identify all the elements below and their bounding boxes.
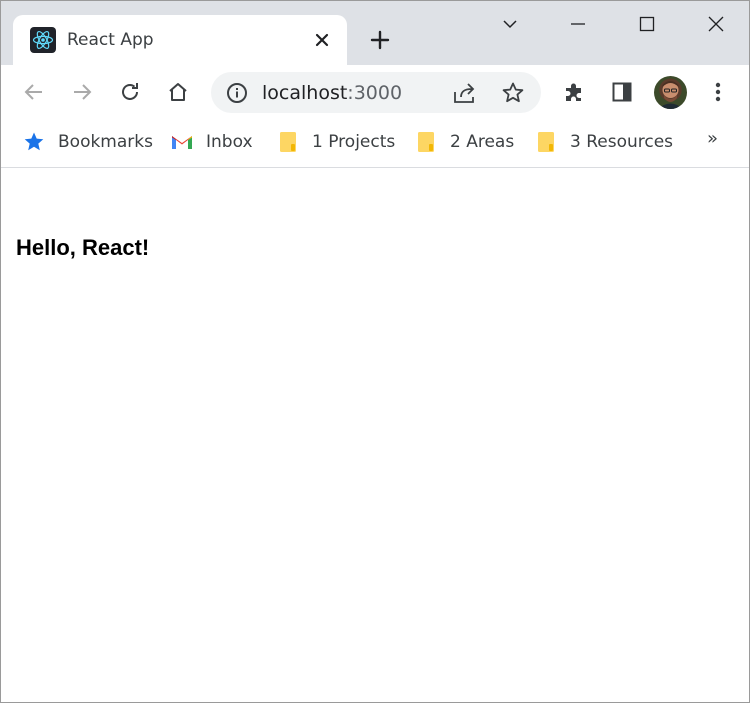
profile-avatar[interactable] bbox=[654, 76, 687, 109]
page-heading: Hello, React! bbox=[16, 235, 150, 260]
close-window-button[interactable] bbox=[693, 9, 739, 39]
tab-react-app[interactable]: React App bbox=[13, 15, 347, 65]
page-content: Hello, React! bbox=[1, 168, 749, 702]
tab-strip: React App bbox=[1, 1, 749, 65]
close-tab-icon[interactable] bbox=[310, 28, 334, 52]
browser-toolbar: localhost:3000 bbox=[1, 65, 749, 119]
tab-title: React App bbox=[67, 30, 154, 50]
folder-icon bbox=[415, 131, 437, 153]
extensions-icon[interactable] bbox=[559, 77, 589, 107]
back-button[interactable] bbox=[19, 77, 49, 107]
bookmark-star-icon[interactable] bbox=[499, 80, 527, 106]
bookmark-label: 1 Projects bbox=[312, 132, 396, 152]
bookmark-item-3-resources[interactable]: 3 Resources bbox=[535, 129, 673, 155]
folder-icon bbox=[277, 131, 299, 153]
url-host: localhost bbox=[262, 82, 348, 104]
bookmark-label: Inbox bbox=[206, 132, 253, 152]
home-button[interactable] bbox=[163, 77, 193, 107]
bookmark-item-bookmarks[interactable]: Bookmarks bbox=[23, 129, 153, 155]
reload-button[interactable] bbox=[115, 77, 145, 107]
bookmark-label: Bookmarks bbox=[58, 132, 153, 152]
bookmark-label: 3 Resources bbox=[570, 132, 674, 152]
new-tab-button[interactable] bbox=[367, 27, 393, 53]
star-icon bbox=[23, 131, 45, 153]
url-port: :3000 bbox=[347, 82, 403, 104]
gmail-icon bbox=[171, 131, 193, 153]
bookmarks-bar: Bookmarks Inbox 1 Projects 2 Areas 3 Res… bbox=[1, 119, 749, 168]
url-text: localhost:3000 bbox=[262, 82, 402, 104]
folder-icon bbox=[535, 131, 557, 153]
react-logo-icon bbox=[30, 27, 56, 53]
browser-window: React App localhost:3000 Bookmarks Inbox… bbox=[0, 0, 750, 703]
address-bar[interactable]: localhost:3000 bbox=[211, 72, 541, 113]
forward-button[interactable] bbox=[67, 77, 97, 107]
share-icon[interactable] bbox=[451, 80, 479, 106]
site-info-icon[interactable] bbox=[225, 81, 249, 105]
more-bookmarks-button[interactable]: » bbox=[707, 128, 718, 149]
side-panel-icon[interactable] bbox=[607, 77, 637, 107]
maximize-button[interactable] bbox=[624, 9, 670, 39]
bookmark-label: 2 Areas bbox=[450, 132, 515, 152]
minimize-button[interactable] bbox=[555, 9, 601, 39]
bookmark-item-2-areas[interactable]: 2 Areas bbox=[415, 129, 514, 155]
tab-search-chevron-icon[interactable] bbox=[487, 9, 533, 39]
bookmark-item-1-projects[interactable]: 1 Projects bbox=[277, 129, 395, 155]
more-menu-icon[interactable] bbox=[703, 77, 733, 107]
bookmark-item-inbox[interactable]: Inbox bbox=[171, 129, 253, 155]
